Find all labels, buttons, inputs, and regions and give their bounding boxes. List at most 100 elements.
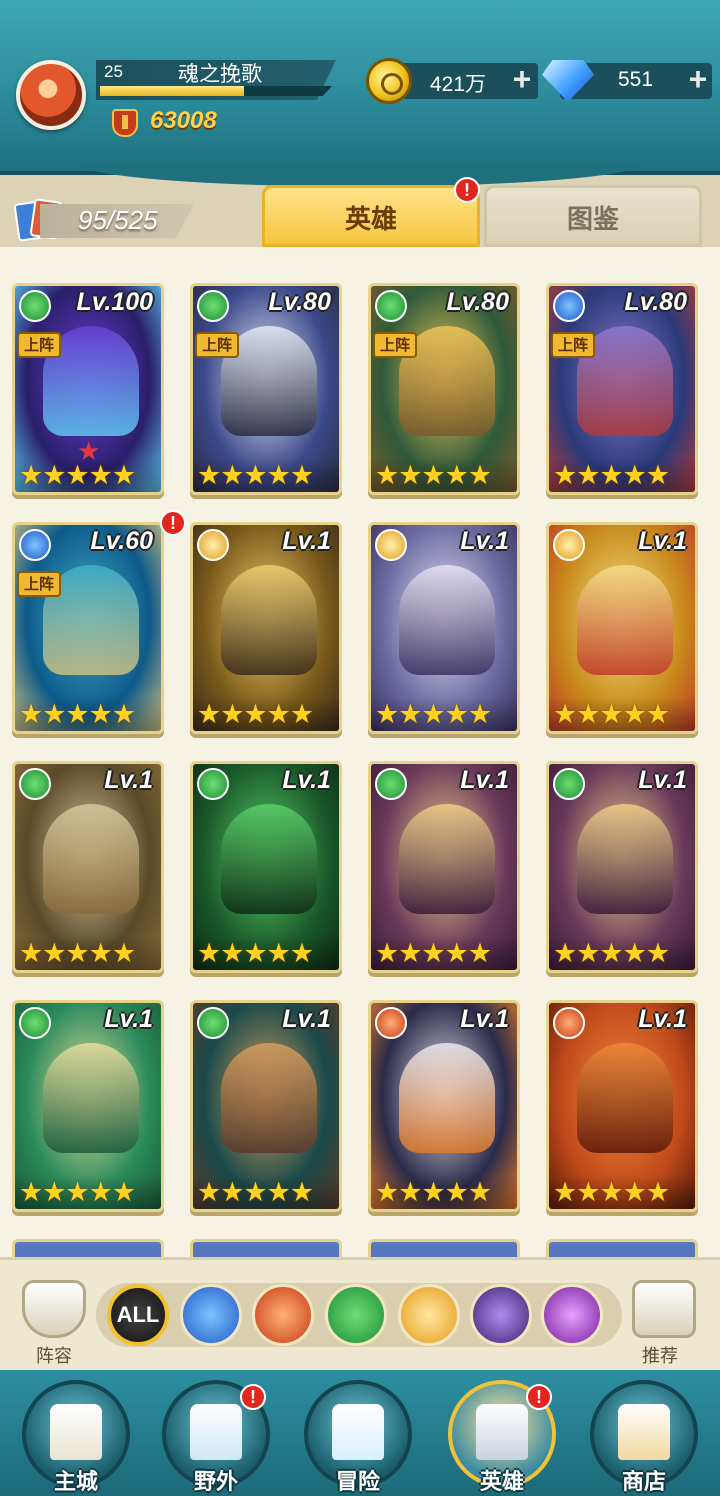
hero-level: Lv.1 bbox=[104, 1005, 153, 1033]
sword-icon bbox=[332, 1404, 384, 1460]
green-element-icon bbox=[197, 290, 229, 322]
hero-card[interactable]: Lv.1 ★★★★★ bbox=[368, 1000, 520, 1212]
nav-label: 商店 bbox=[621, 1470, 666, 1495]
hero-card[interactable]: Lv.80 上阵 ★★★★★ bbox=[190, 283, 342, 495]
hero-card[interactable] bbox=[12, 1239, 164, 1257]
shop-icon bbox=[618, 1404, 670, 1460]
hero-figure bbox=[399, 804, 495, 914]
player-level: 25 bbox=[104, 62, 123, 81]
star-rating: ★★★★★ bbox=[15, 697, 161, 731]
hero-level: Lv.1 bbox=[282, 766, 331, 794]
filter-fire-icon[interactable] bbox=[252, 1284, 314, 1346]
deployed-tag: 上阵 bbox=[195, 332, 239, 358]
blue-element-icon bbox=[19, 529, 51, 561]
star-rating: ★★★★★ bbox=[193, 697, 339, 731]
star-rating: ★★★★★ bbox=[193, 1175, 339, 1209]
filter-dark-icon[interactable] bbox=[470, 1284, 532, 1346]
light-element-icon bbox=[553, 529, 585, 561]
nav-label: 野外 bbox=[193, 1470, 238, 1495]
hero-figure bbox=[577, 1043, 673, 1153]
tab-codex[interactable]: 图鉴 bbox=[484, 185, 702, 247]
gem-value: 551 bbox=[618, 68, 654, 91]
nav-item-shop[interactable]: 商店 bbox=[590, 1380, 698, 1495]
hero-figure bbox=[399, 1043, 495, 1153]
helmet-icon bbox=[476, 1404, 528, 1460]
gold-value: 421万 bbox=[430, 73, 487, 96]
hero-card[interactable]: Lv.1 ★★★★★ bbox=[190, 1000, 342, 1212]
add-gem-button[interactable]: + bbox=[684, 63, 712, 95]
filter-water-icon[interactable] bbox=[180, 1284, 242, 1346]
green-element-icon bbox=[197, 768, 229, 800]
hero-level: Lv.1 bbox=[460, 766, 509, 794]
lineup-label: 阵容 bbox=[36, 1346, 72, 1367]
deployed-tag: 上阵 bbox=[373, 332, 417, 358]
recommend-label: 推荐 bbox=[642, 1346, 678, 1367]
star-rating: ★★★★★ bbox=[549, 1175, 695, 1209]
hero-figure bbox=[221, 804, 317, 914]
nav-label: 英雄 bbox=[479, 1470, 524, 1495]
star-rating: ★★★★★ bbox=[549, 697, 695, 731]
hero-level: Lv.1 bbox=[460, 1005, 509, 1033]
gold-coin-icon bbox=[366, 58, 412, 104]
star-rating: ★★★★★ bbox=[371, 936, 517, 970]
nav-alert-badge: ! bbox=[240, 1384, 266, 1410]
nav-item-castle[interactable]: 主城 bbox=[22, 1380, 130, 1495]
star-rating: ★★★★★ bbox=[193, 936, 339, 970]
hero-card[interactable]: Lv.80 上阵 ★★★★★ bbox=[546, 283, 698, 495]
filter-light-icon[interactable] bbox=[398, 1284, 460, 1346]
hero-level: Lv.1 bbox=[638, 527, 687, 555]
filter-wind-icon[interactable] bbox=[325, 1284, 387, 1346]
hero-figure bbox=[577, 565, 673, 675]
star-rating: ★★★★★ bbox=[193, 458, 339, 492]
light-element-icon bbox=[197, 529, 229, 561]
fire-element-icon bbox=[553, 1007, 585, 1039]
star-rating: ★★★★★ bbox=[371, 458, 517, 492]
castle-icon bbox=[50, 1404, 102, 1460]
nav-label: 冒险 bbox=[335, 1470, 380, 1495]
power-value: 63008 bbox=[150, 107, 217, 134]
hero-card[interactable]: Lv.1 ★★★★★ bbox=[368, 761, 520, 973]
hero-figure bbox=[221, 1043, 317, 1153]
hero-figure bbox=[221, 565, 317, 675]
deployed-tag: 上阵 bbox=[17, 571, 61, 597]
star-rating: ★★★★★ bbox=[549, 458, 695, 492]
player-name: 魂之挽歌 bbox=[178, 62, 262, 86]
player-avatar[interactable] bbox=[16, 60, 86, 130]
hero-card[interactable]: Lv.1 ★★★★★ bbox=[12, 1000, 164, 1212]
hero-card[interactable]: Lv.1 ★★★★★ bbox=[190, 522, 342, 734]
star-rating: ★★★★★ bbox=[15, 1175, 161, 1209]
hero-card[interactable]: Lv.80 上阵 ★★★★★ bbox=[368, 283, 520, 495]
hero-card[interactable]: Lv.1 ★★★★★ bbox=[546, 522, 698, 734]
hero-alert-badge: ! bbox=[160, 510, 186, 536]
xp-bar-fill bbox=[100, 86, 244, 96]
hero-level: Lv.60 bbox=[90, 527, 153, 555]
hero-level: Lv.100 bbox=[76, 288, 153, 316]
filter-chaos-icon[interactable] bbox=[541, 1284, 603, 1346]
hero-card[interactable] bbox=[190, 1239, 342, 1257]
hero-card[interactable]: Lv.1 ★★★★★ bbox=[546, 761, 698, 973]
hero-card[interactable] bbox=[368, 1239, 520, 1257]
green-element-icon bbox=[375, 768, 407, 800]
hero-figure bbox=[399, 565, 495, 675]
hero-card[interactable]: Lv.100 上阵 ★★★★★ ★ bbox=[12, 283, 164, 495]
green-element-icon bbox=[197, 1007, 229, 1039]
hero-level: Lv.80 bbox=[268, 288, 331, 316]
tab-heroes[interactable]: 英雄 bbox=[262, 185, 480, 247]
xp-bar bbox=[100, 86, 332, 96]
nav-item-sword[interactable]: 冒险 bbox=[304, 1380, 412, 1495]
hero-card[interactable]: Lv.1 ★★★★★ bbox=[190, 761, 342, 973]
blue-element-icon bbox=[553, 290, 585, 322]
filter-all-button[interactable]: ALL bbox=[107, 1284, 169, 1346]
recommend-button[interactable] bbox=[632, 1280, 696, 1338]
hero-level: Lv.1 bbox=[460, 527, 509, 555]
hero-level: Lv.1 bbox=[282, 1005, 331, 1033]
fire-element-icon bbox=[375, 1007, 407, 1039]
hero-card[interactable] bbox=[546, 1239, 698, 1257]
nav-alert-badge: ! bbox=[526, 1384, 552, 1410]
add-gold-button[interactable]: + bbox=[508, 63, 536, 95]
hero-card[interactable]: Lv.60 上阵 ★★★★★ bbox=[12, 522, 164, 734]
lineup-button[interactable] bbox=[22, 1280, 86, 1338]
hero-card[interactable]: Lv.1 ★★★★★ bbox=[12, 761, 164, 973]
hero-card[interactable]: Lv.1 ★★★★★ bbox=[546, 1000, 698, 1212]
hero-card[interactable]: Lv.1 ★★★★★ bbox=[368, 522, 520, 734]
